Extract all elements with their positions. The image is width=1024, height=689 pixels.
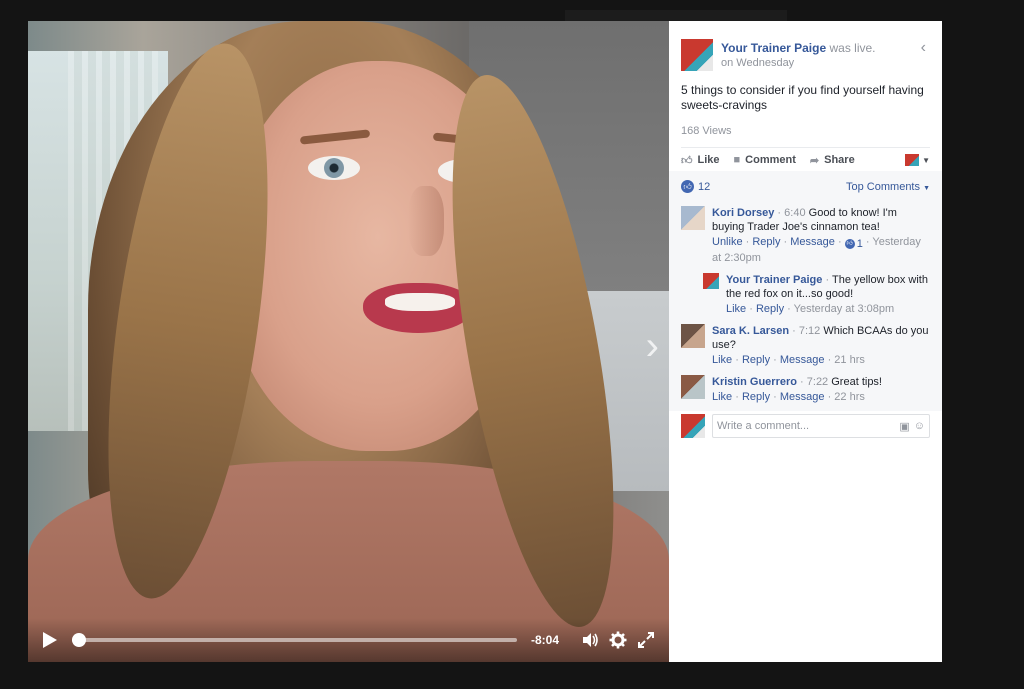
comment-sort-dropdown[interactable]: Top Comments ▼ — [846, 181, 930, 193]
comment-links: Unlike · Reply · Message · 👍︎ 1 · Yesterd… — [712, 236, 921, 264]
video-eye — [308, 156, 360, 180]
comment-label: Comment — [745, 154, 796, 166]
video-lightbox: › -8:04 Your Trainer Paige was live. on … — [28, 21, 942, 662]
video-timestamp[interactable]: · 7:12 — [792, 325, 820, 337]
caret-down-icon: ▼ — [922, 155, 930, 165]
like-badge-icon: 👍︎ — [844, 239, 855, 249]
comment-body: Kristin Guerrero · 7:22 Great tips! Like… — [712, 375, 882, 404]
caret-down-icon: ▼ — [923, 184, 930, 192]
like-link[interactable]: Like — [726, 303, 746, 315]
composer-avatar — [681, 414, 705, 438]
unlike-link[interactable]: Unlike — [712, 236, 743, 248]
post-text: 5 things to consider if you find yoursel… — [681, 83, 924, 112]
comments-section: 👍︎ 12 Top Comments ▼ Kori Dorsey · 6:40 … — [669, 171, 942, 438]
progress-knob[interactable] — [71, 633, 86, 647]
share-label: Share — [824, 154, 855, 166]
comment-like-count[interactable]: 👍︎ 1 — [844, 237, 863, 251]
comment-composer: ▣ ☺ — [669, 408, 942, 444]
message-link[interactable]: Message — [790, 236, 835, 248]
comment-body: Sara K. Larsen · 7:12 Which BCAAs do you… — [712, 324, 930, 367]
post-sidebar: Your Trainer Paige was live. on Wednesda… — [669, 21, 942, 662]
commenter-avatar[interactable] — [681, 206, 705, 230]
reply-link[interactable]: Reply — [742, 354, 770, 366]
like-badge-icon: 👍︎ — [681, 180, 694, 193]
camera-icon[interactable]: ▣ — [899, 420, 909, 433]
time-remaining: -8:04 — [530, 633, 559, 647]
emoji-smiley-icon[interactable]: ☺ — [914, 420, 925, 432]
author-meta: Your Trainer Paige was live. on Wednesda… — [721, 39, 876, 69]
reply-link[interactable]: Reply — [752, 236, 780, 248]
commenter-name[interactable]: Sara K. Larsen — [712, 325, 789, 337]
comment-text: Great tips! — [831, 376, 882, 388]
view-count: 168 Views — [681, 125, 732, 137]
comment-time[interactable]: 21 hrs — [834, 354, 865, 366]
comment-like-count-value: 1 — [856, 238, 863, 250]
post-header: Your Trainer Paige was live. on Wednesda… — [669, 21, 942, 137]
comment-body: Your Trainer Paige · The yellow box with… — [726, 273, 930, 316]
commenter-name[interactable]: Kori Dorsey — [712, 207, 774, 219]
video-timestamp-value: 7:22 — [806, 376, 829, 388]
page-identity-switcher[interactable]: ▼ — [905, 154, 930, 166]
post-timestamp[interactable]: on Wednesday — [721, 57, 876, 69]
speech-bubble-icon: ■ — [733, 154, 741, 166]
commenter-avatar[interactable] — [703, 273, 719, 289]
share-button[interactable]: ➦ Share — [810, 154, 855, 167]
like-count[interactable]: 12 — [698, 181, 710, 193]
collapse-chevron-icon[interactable]: ‹ — [921, 39, 926, 57]
progress-bar[interactable] — [71, 633, 517, 647]
next-arrow-icon[interactable]: › — [646, 326, 659, 366]
share-arrow-icon: ➦ — [809, 154, 820, 167]
author-action-text: was live. — [829, 41, 876, 55]
comment-time[interactable]: Yesterday at 3:08pm — [794, 303, 895, 315]
commenter-avatar[interactable] — [681, 375, 705, 399]
comment-time[interactable]: 22 hrs — [834, 391, 865, 403]
video-nose — [408, 186, 444, 256]
video-timestamp-value: 7:12 — [798, 325, 821, 337]
fullscreen-icon[interactable] — [637, 631, 655, 649]
like-label: Like — [697, 154, 720, 166]
message-link[interactable]: Message — [780, 354, 825, 366]
thumbs-up-icon: 👍︎ — [681, 154, 693, 167]
like-button[interactable]: 👍︎ Like — [681, 154, 720, 167]
comment-input-box[interactable]: ▣ ☺ — [712, 414, 930, 438]
like-link[interactable]: Like — [712, 391, 732, 403]
comment-input[interactable] — [717, 420, 896, 432]
comment-button[interactable]: ■ Comment — [734, 154, 796, 166]
settings-gear-icon[interactable] — [609, 631, 627, 649]
video-player[interactable]: › -8:04 — [28, 21, 669, 662]
video-timestamp[interactable]: · 7:22 — [800, 376, 828, 388]
comment: Sara K. Larsen · 7:12 Which BCAAs do you… — [669, 320, 942, 371]
video-timestamp[interactable]: · 6:40 — [777, 207, 805, 219]
like-link[interactable]: Like — [712, 354, 732, 366]
commenter-avatar[interactable] — [681, 324, 705, 348]
comment-links: Like · Reply · Message · 21 hrs — [712, 354, 865, 366]
reply-link[interactable]: Reply — [742, 391, 770, 403]
reply-link[interactable]: Reply — [756, 303, 784, 315]
comments-summary: 👍︎ 12 Top Comments ▼ — [669, 171, 942, 202]
comment-body: Kori Dorsey · 6:40 Good to know! I'm buy… — [712, 206, 930, 265]
comment-links: Like · Reply · Yesterday at 3:08pm — [726, 303, 895, 315]
commenter-name[interactable]: Your Trainer Paige — [726, 274, 822, 286]
commenter-name[interactable]: Kristin Guerrero — [712, 376, 797, 388]
video-mouth — [363, 283, 473, 333]
page-avatar-mini — [905, 154, 920, 166]
video-timestamp-value: 6:40 — [784, 207, 806, 219]
play-icon[interactable] — [42, 631, 58, 649]
comment: Kristin Guerrero · 7:22 Great tips! Like… — [669, 371, 942, 408]
comment: Kori Dorsey · 6:40 Good to know! I'm buy… — [669, 202, 942, 269]
author-name-link[interactable]: Your Trainer Paige — [721, 41, 826, 55]
comment-links: Like · Reply · Message · 22 hrs — [712, 391, 865, 403]
author-row: Your Trainer Paige was live. on Wednesda… — [681, 39, 930, 71]
comment-reply: Your Trainer Paige · The yellow box with… — [669, 269, 942, 320]
comment-sort-label: Top Comments — [846, 180, 920, 193]
author-avatar[interactable] — [681, 39, 713, 71]
volume-icon[interactable] — [581, 631, 599, 649]
message-link[interactable]: Message — [780, 391, 825, 403]
post-actions-bar: 👍︎ Like ■ Comment ➦ Share ▼ — [681, 147, 930, 173]
player-controls: -8:04 — [28, 618, 669, 662]
